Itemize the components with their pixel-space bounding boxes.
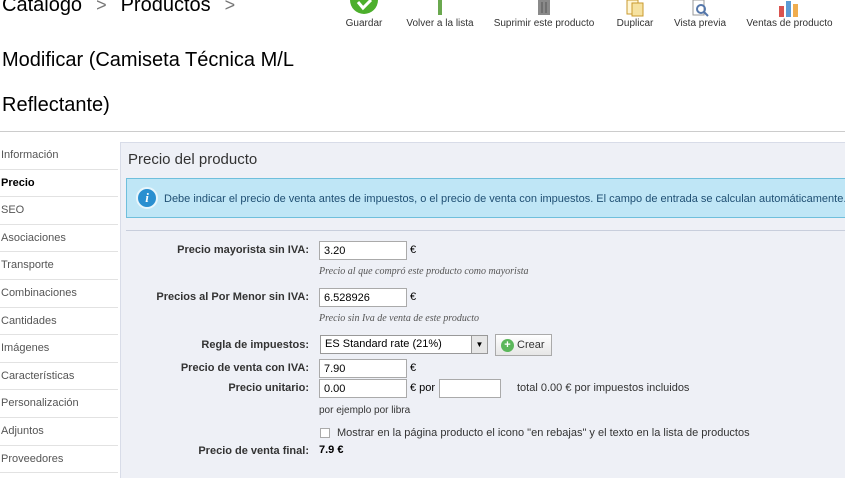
delete-product-label: Suprimir este producto — [493, 18, 595, 29]
product-sales-label: Ventas de producto — [746, 18, 833, 29]
wholesale-price-input[interactable] — [319, 241, 407, 260]
unit-price-input[interactable] — [319, 379, 407, 398]
sidebar-item-combinaciones[interactable]: Combinaciones — [0, 279, 118, 308]
trash-icon — [538, 0, 550, 15]
breadcrumb-products[interactable]: Productos — [121, 0, 211, 16]
back-to-list-label: Volver a la lista — [406, 18, 474, 29]
chevron-down-icon: ▼ — [471, 336, 487, 353]
unit-price-hint: por ejemplo por libra — [319, 405, 411, 416]
tax-rule-select[interactable]: ES Standard rate (21%) ▼ — [320, 335, 488, 354]
info-text: Debe indicar el precio de venta antes de… — [164, 193, 845, 205]
retail-currency: € — [410, 291, 417, 303]
retail-price-label: Precios al Por Menor sin IVA: — [156, 291, 309, 303]
tax-rule-selected: ES Standard rate (21%) — [325, 338, 442, 350]
unit-price-total: total 0.00 € por impuestos incluidos — [517, 382, 690, 394]
add-icon: + — [501, 339, 514, 352]
info-icon: i — [136, 187, 158, 209]
sidebar-item-asociaciones[interactable]: Asociaciones — [0, 224, 118, 253]
panel-title: Precio del producto — [128, 151, 258, 168]
unit-price-label: Precio unitario: — [228, 382, 309, 394]
wholesale-currency: € — [410, 244, 417, 256]
section-divider — [126, 230, 845, 231]
sales-chart-icon — [778, 1, 798, 17]
price-with-tax-input[interactable] — [319, 359, 407, 378]
tax-rule-label: Regla de impuestos: — [201, 339, 309, 351]
back-to-list-button[interactable]: Volver a la lista — [400, 0, 480, 29]
sidebar-item-imagenes[interactable]: Imágenes — [0, 335, 118, 363]
duplicate-icon — [626, 0, 644, 17]
breadcrumb-separator: > — [96, 0, 107, 15]
sidebar-item-transporte[interactable]: Transporte — [0, 252, 118, 280]
page-title: Modificar (Camiseta Técnica M/L Reflecta… — [2, 49, 294, 116]
breadcrumb-catalog[interactable]: Catalogo — [2, 0, 82, 16]
save-label: Guardar — [345, 18, 383, 29]
wholesale-price-label: Precio mayorista sin IVA: — [177, 244, 309, 256]
preview-icon — [692, 0, 709, 17]
retail-price-input[interactable] — [319, 288, 407, 307]
save-icon — [350, 0, 378, 14]
retail-hint: Precio sin Iva de venta de este producto — [319, 313, 480, 324]
sidebar-item-proveedores[interactable]: Proveedores — [0, 445, 118, 474]
product-tabs-sidebar: Información Precio SEO Asociaciones Tran… — [0, 142, 118, 474]
preview-button[interactable]: Vista previa — [670, 0, 730, 29]
on-sale-label: Mostrar en la página producto el icono "… — [337, 427, 750, 439]
info-message: i Debe indicar el precio de venta antes … — [126, 178, 845, 218]
on-sale-checkbox[interactable] — [320, 428, 330, 438]
duplicate-label: Duplicar — [616, 18, 654, 29]
sidebar-item-precio[interactable]: Precio — [0, 169, 118, 198]
header-divider — [0, 131, 845, 132]
sidebar-item-personalizacion[interactable]: Personalización — [0, 390, 118, 418]
unit-per-input[interactable] — [439, 379, 501, 398]
back-icon — [438, 0, 442, 15]
preview-label: Vista previa — [673, 18, 727, 29]
save-button[interactable]: Guardar — [343, 0, 385, 29]
final-price-label: Precio de venta final: — [198, 445, 309, 457]
sidebar-item-adjuntos[interactable]: Adjuntos — [0, 417, 118, 446]
sidebar-item-caracteristicas[interactable]: Características — [0, 362, 118, 391]
create-label: Crear — [517, 339, 545, 351]
sidebar-item-informacion[interactable]: Información — [0, 142, 118, 170]
final-price-value: 7.9 € — [319, 444, 344, 456]
sidebar-item-cantidades[interactable]: Cantidades — [0, 307, 118, 336]
delete-product-button[interactable]: Suprimir este producto — [490, 0, 598, 29]
breadcrumb-separator: > — [224, 0, 236, 15]
breadcrumb: Catalogo > Productos > — [2, 0, 249, 17]
create-tax-rule-button[interactable]: + Crear — [495, 334, 552, 356]
duplicate-button[interactable]: Duplicar — [614, 0, 656, 29]
unit-price-per: € por — [410, 382, 436, 394]
product-sales-button[interactable]: Ventas de producto — [742, 0, 837, 29]
wholesale-hint: Precio al que compró este producto como … — [319, 266, 529, 277]
price-with-tax-currency: € — [410, 362, 417, 374]
sidebar-item-seo[interactable]: SEO — [0, 197, 118, 225]
price-panel: Precio del producto i Debe indicar el pr… — [120, 142, 845, 478]
price-with-tax-label: Precio de venta con IVA: — [180, 362, 309, 374]
